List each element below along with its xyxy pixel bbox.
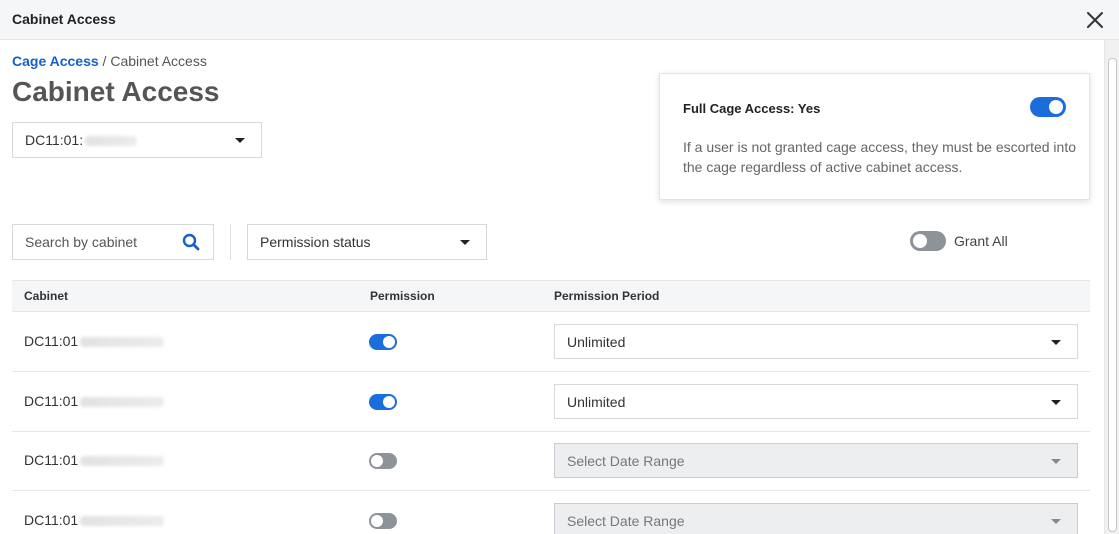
table-row: DC11:01 Unlimited xyxy=(12,372,1090,432)
breadcrumb-link-cage-access[interactable]: Cage Access xyxy=(12,53,99,69)
grant-all-toggle[interactable] xyxy=(910,231,946,251)
chevron-down-icon xyxy=(1051,399,1061,405)
cabinet-name: DC11:01 xyxy=(24,333,165,349)
chevron-down-icon xyxy=(1051,519,1061,524)
permission-toggle[interactable] xyxy=(369,453,397,469)
redacted-text xyxy=(85,136,138,147)
page-title: Cabinet Access xyxy=(12,76,220,107)
cabinet-name: DC11:01 xyxy=(24,452,165,468)
permission-status-select[interactable]: Permission status xyxy=(247,224,487,260)
vertical-scrollbar[interactable] xyxy=(1104,40,1119,534)
breadcrumb-current: Cabinet Access xyxy=(110,53,207,69)
breadcrumb: Cage Access / Cabinet Access xyxy=(12,53,207,69)
table-header: Cabinet Permission Permission Period xyxy=(12,280,1090,312)
full-cage-access-label: Full Cage Access: Yes xyxy=(683,101,821,116)
chevron-down-icon xyxy=(460,240,470,245)
permission-period-value: Unlimited xyxy=(567,333,626,350)
permission-period-value: Select Date Range xyxy=(567,452,685,469)
toggle-knob xyxy=(913,234,927,248)
permission-period-value: Unlimited xyxy=(567,393,626,410)
toggle-knob xyxy=(383,396,395,408)
permission-period-select[interactable]: Unlimited xyxy=(554,384,1078,419)
toggle-knob xyxy=(371,455,383,467)
permission-toggle[interactable] xyxy=(369,394,397,410)
toggle-knob xyxy=(371,515,383,527)
full-cage-access-description: If a user is not granted cage access, th… xyxy=(683,139,1076,175)
permission-period-select[interactable]: Unlimited xyxy=(554,324,1078,359)
permission-toggle[interactable] xyxy=(369,334,397,350)
cage-select[interactable]: DC11:01: xyxy=(12,122,262,158)
table-row: DC11:01 Select Date Range xyxy=(12,491,1090,534)
redacted-text xyxy=(80,456,165,467)
modal-header: Cabinet Access xyxy=(0,0,1119,40)
permission-toggle[interactable] xyxy=(369,513,397,529)
permission-period-select[interactable]: Select Date Range xyxy=(554,503,1078,534)
breadcrumb-separator: / xyxy=(98,53,111,69)
scrollbar-thumb[interactable] xyxy=(1108,58,1117,532)
column-header-cabinet: Cabinet xyxy=(24,289,69,303)
search-input[interactable] xyxy=(13,225,178,259)
redacted-text xyxy=(80,337,165,348)
full-cage-access-card: Full Cage Access: Yes If a user is not g… xyxy=(659,73,1090,200)
filter-divider xyxy=(230,224,231,260)
table-row: DC11:01 Unlimited xyxy=(12,312,1090,372)
permission-period-select[interactable]: Select Date Range xyxy=(554,443,1078,478)
search-box xyxy=(12,224,214,260)
grant-all-label: Grant All xyxy=(954,233,1008,249)
full-cage-access-toggle[interactable] xyxy=(1030,97,1066,117)
permission-status-value: Permission status xyxy=(260,234,371,250)
toggle-knob xyxy=(383,336,395,348)
column-header-permission: Permission xyxy=(370,289,435,303)
cabinet-name: DC11:01 xyxy=(24,393,165,409)
column-header-permission-period: Permission Period xyxy=(554,289,660,303)
redacted-text xyxy=(80,397,165,408)
search-icon[interactable] xyxy=(182,233,200,251)
chevron-down-icon xyxy=(1051,458,1061,464)
table-row: DC11:01 Select Date Range xyxy=(12,431,1090,491)
close-icon[interactable] xyxy=(1085,10,1105,30)
permission-period-value: Select Date Range xyxy=(567,513,685,529)
chevron-down-icon xyxy=(1051,339,1061,345)
redacted-text xyxy=(80,516,165,527)
chevron-down-icon xyxy=(235,138,245,143)
cage-select-value: DC11:01: xyxy=(25,132,84,148)
modal-title: Cabinet Access xyxy=(12,11,116,27)
cabinet-name: DC11:01 xyxy=(24,512,165,528)
toggle-knob xyxy=(1049,100,1063,114)
